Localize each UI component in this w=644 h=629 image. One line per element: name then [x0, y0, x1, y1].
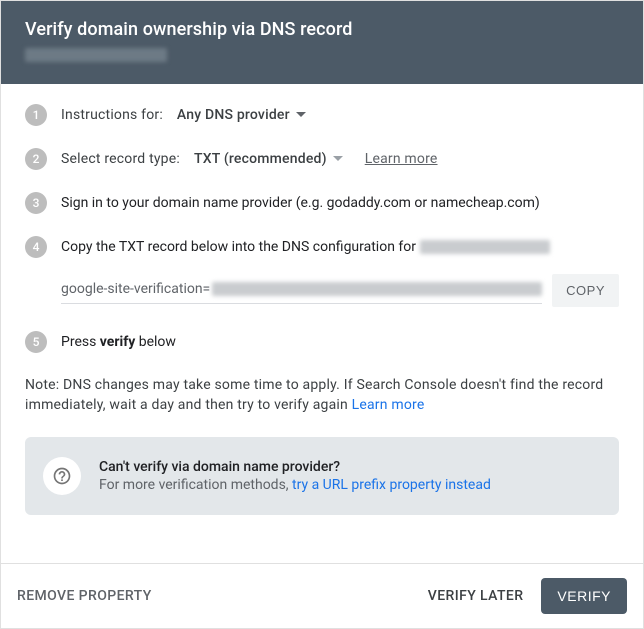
step-3: 3 Sign in to your domain name provider (… [25, 192, 619, 214]
dropdown-value: Any DNS provider [177, 107, 290, 123]
step-number: 5 [25, 331, 47, 353]
step-number: 4 [25, 236, 47, 258]
step-4: 4 Copy the TXT record below into the DNS… [25, 236, 619, 258]
step-5: 5 Press verify below [25, 331, 619, 353]
learn-more-link[interactable]: Learn more [352, 397, 425, 413]
record-type-dropdown[interactable]: TXT (recommended) [194, 151, 343, 167]
txt-record-field[interactable]: google-site-verification= [61, 277, 542, 304]
dropdown-value: TXT (recommended) [194, 151, 327, 167]
step-label: Instructions for: [61, 107, 163, 123]
remove-property-button[interactable]: REMOVE PROPERTY [17, 588, 152, 604]
help-icon [43, 457, 81, 495]
url-prefix-link[interactable]: try a URL prefix property instead [292, 477, 491, 493]
step-text-prefix: Press [61, 334, 100, 350]
learn-more-link[interactable]: Learn more [365, 151, 438, 167]
step-text-suffix: below [135, 334, 176, 350]
chevron-down-icon [296, 112, 306, 118]
txt-record-row: google-site-verification= COPY [61, 274, 619, 307]
alt-title: Can't verify via domain name provider? [99, 459, 491, 475]
domain-name-redacted [420, 240, 550, 254]
step-number: 1 [25, 104, 47, 126]
dialog-footer: REMOVE PROPERTY VERIFY LATER VERIFY [1, 563, 643, 628]
txt-record-prefix: google-site-verification= [61, 281, 210, 297]
domain-name-redacted [25, 48, 167, 62]
alternative-verification-box: Can't verify via domain name provider? F… [25, 437, 619, 515]
note-text: Note: DNS changes may take some time to … [25, 377, 603, 413]
dns-provider-dropdown[interactable]: Any DNS provider [177, 107, 306, 123]
step-number: 2 [25, 148, 47, 170]
verify-later-button[interactable]: VERIFY LATER [428, 588, 524, 604]
copy-button[interactable]: COPY [552, 274, 619, 307]
dialog-header: Verify domain ownership via DNS record [1, 1, 643, 84]
dialog-title: Verify domain ownership via DNS record [25, 19, 619, 40]
chevron-down-icon [333, 156, 343, 162]
step-label: Select record type: [61, 151, 180, 167]
step-1: 1 Instructions for: Any DNS provider [25, 104, 619, 126]
dns-note: Note: DNS changes may take some time to … [25, 375, 619, 415]
alt-text: For more verification methods, [99, 477, 292, 493]
step-text: Sign in to your domain name provider (e.… [61, 195, 540, 211]
txt-record-value-redacted [212, 282, 542, 296]
verify-button[interactable]: VERIFY [541, 578, 627, 614]
dialog-content: 1 Instructions for: Any DNS provider 2 S… [1, 84, 643, 515]
step-number: 3 [25, 192, 47, 214]
step-text: Copy the TXT record below into the DNS c… [61, 239, 416, 255]
step-2: 2 Select record type: TXT (recommended) … [25, 148, 619, 170]
step-text-bold: verify [100, 334, 135, 350]
